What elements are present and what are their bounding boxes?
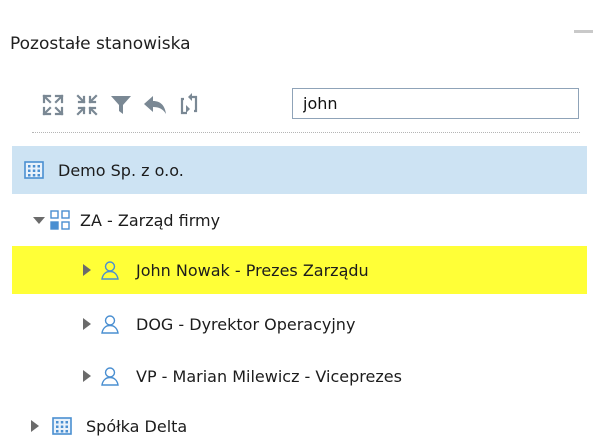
- positions-panel: Pozostałe stanowiska john Demo Sp. z o.o…: [0, 0, 593, 441]
- search-input[interactable]: [292, 88, 579, 119]
- tree-node-vice-president[interactable]: VP - Marian Milewicz - Viceprezes: [12, 352, 587, 400]
- filter-icon: [111, 96, 131, 114]
- user-icon: [100, 366, 120, 386]
- reply-arrow-icon: [144, 96, 166, 114]
- org-unit-icon: [50, 210, 70, 230]
- collapsed-arrow-icon[interactable]: [80, 317, 94, 331]
- scrollbar-thumb[interactable]: [574, 30, 593, 33]
- tree-node-john-nowak[interactable]: John Nowak - Prezes Zarządu: [12, 246, 587, 294]
- building-icon: [52, 416, 72, 436]
- refresh-button[interactable]: [174, 90, 204, 120]
- back-button[interactable]: [140, 90, 170, 120]
- tree-node-label: Spółka Delta: [86, 416, 188, 436]
- tree-toolbar: [38, 90, 208, 120]
- building-icon: [24, 160, 44, 180]
- toolbar-divider: [32, 132, 580, 133]
- collapsed-arrow-icon[interactable]: [28, 419, 42, 433]
- search-box: [292, 88, 579, 119]
- tree-node-label: Demo Sp. z o.o.: [58, 160, 184, 180]
- expand-icon: [42, 94, 64, 116]
- tree-node-label: VP - Marian Milewicz - Viceprezes: [136, 366, 402, 386]
- collapse-all-button[interactable]: [72, 90, 102, 120]
- tree-node-operations-director[interactable]: DOG - Dyrektor Operacyjny: [12, 300, 587, 348]
- expand-all-button[interactable]: [38, 90, 68, 120]
- tree-node-label: ZA - Zarząd firmy: [80, 210, 221, 230]
- collapsed-arrow-icon[interactable]: [80, 369, 94, 383]
- collapse-icon: [76, 94, 98, 116]
- tree-node-label: John Nowak - Prezes Zarządu: [136, 260, 369, 280]
- panel-title: Pozostałe stanowiska: [10, 34, 191, 54]
- expanded-arrow-icon[interactable]: [32, 213, 46, 227]
- refresh-icon: [180, 93, 198, 115]
- tree-node-demo-company[interactable]: Demo Sp. z o.o.: [12, 146, 587, 194]
- tree-node-board[interactable]: ZA - Zarząd firmy: [12, 196, 587, 244]
- tree-node-label: DOG - Dyrektor Operacyjny: [136, 314, 356, 334]
- filter-button[interactable]: [106, 90, 136, 120]
- collapsed-arrow-icon[interactable]: [80, 263, 94, 277]
- user-icon: [100, 260, 120, 280]
- user-icon: [100, 314, 120, 334]
- tree-node-delta-company[interactable]: Spółka Delta: [12, 402, 587, 441]
